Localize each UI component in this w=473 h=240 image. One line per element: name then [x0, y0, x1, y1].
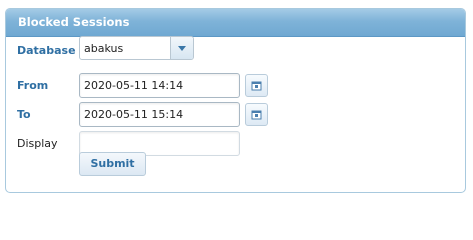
to-label: To	[17, 108, 31, 121]
submit-button[interactable]: Submit	[79, 152, 146, 176]
calendar-icon	[251, 110, 262, 120]
panel-header: Blocked Sessions	[6, 9, 465, 37]
database-label: Database	[17, 44, 76, 57]
calendar-icon	[251, 81, 262, 91]
from-calendar-button[interactable]	[245, 74, 268, 97]
to-datetime-input[interactable]: 2020-05-11 15:14	[79, 102, 240, 127]
blocked-sessions-panel: Blocked Sessions	[5, 8, 466, 193]
panel-title: Blocked Sessions	[18, 15, 130, 29]
database-select-value: abakus	[84, 42, 124, 55]
from-label: From	[17, 79, 49, 92]
to-calendar-button[interactable]	[245, 103, 268, 126]
display-label: Display	[17, 137, 58, 150]
from-datetime-input[interactable]: 2020-05-11 14:14	[79, 73, 240, 98]
chevron-down-icon[interactable]	[170, 37, 193, 59]
database-select[interactable]: abakus	[79, 36, 194, 60]
